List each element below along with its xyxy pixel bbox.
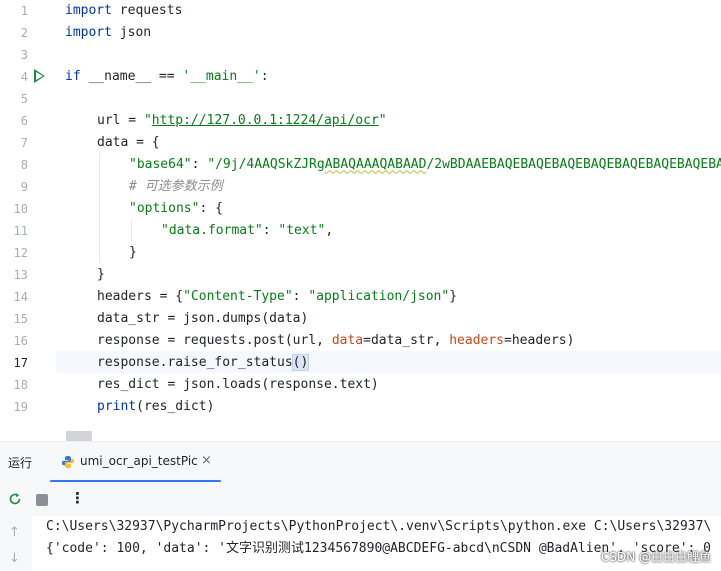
console-line: C:\Users\32937\PycharmProjects\PythonPro… bbox=[46, 519, 712, 534]
line-number: 13 bbox=[13, 268, 28, 282]
code-line: # 可选参数示例 bbox=[129, 179, 223, 194]
code-editor[interactable]: 1 2 3 4 5 6 7 8 9 10 11 12 13 14 15 16 1… bbox=[0, 0, 721, 441]
indent-guide bbox=[99, 153, 100, 263]
line-number: 3 bbox=[20, 48, 28, 62]
code-line: data_str = json.dumps(data) bbox=[97, 311, 309, 326]
line-number: 15 bbox=[13, 312, 28, 326]
run-gutter-icon[interactable] bbox=[34, 69, 45, 83]
line-number: 7 bbox=[20, 136, 28, 150]
code-line: response = requests.post(url, data=data_… bbox=[97, 333, 575, 348]
code-line: "options": { bbox=[129, 201, 223, 216]
line-number: 1 bbox=[20, 4, 28, 18]
scroll-down-icon[interactable]: ↓ bbox=[9, 551, 20, 566]
stop-icon[interactable] bbox=[36, 494, 48, 506]
line-number-current: 17 bbox=[13, 356, 28, 370]
line-number: 4 bbox=[20, 70, 28, 84]
code-line: if __name__ == '__main__': bbox=[65, 69, 269, 84]
line-number: 18 bbox=[13, 378, 28, 392]
line-number: 2 bbox=[20, 26, 28, 40]
more-icon[interactable]: ⋮ bbox=[70, 489, 85, 507]
scroll-up-icon[interactable]: ↑ bbox=[9, 525, 20, 540]
line-number: 10 bbox=[13, 202, 28, 216]
tab-run-config[interactable]: umi_ocr_api_testPic × bbox=[50, 442, 221, 483]
tab-run-config-label: umi_ocr_api_testPic bbox=[80, 454, 198, 468]
console-side-toolbar: ↑ ↓ bbox=[0, 516, 32, 571]
indent-guide bbox=[131, 219, 132, 241]
code-line: } bbox=[129, 245, 137, 260]
line-number: 8 bbox=[20, 158, 28, 172]
code-line: data = { bbox=[97, 135, 160, 150]
code-line: import requests bbox=[65, 3, 183, 18]
python-file-icon bbox=[62, 456, 74, 468]
rerun-icon[interactable] bbox=[8, 492, 22, 506]
line-number: 5 bbox=[20, 92, 28, 106]
line-number: 19 bbox=[13, 400, 28, 414]
code-line: import json bbox=[65, 25, 152, 40]
code-line: headers = {"Content-Type": "application/… bbox=[97, 289, 458, 304]
line-number: 12 bbox=[13, 246, 28, 260]
code-line: print(res_dict) bbox=[97, 399, 215, 414]
run-tool-window-header: 运行 umi_ocr_api_testPic × bbox=[0, 441, 721, 483]
line-number: 16 bbox=[13, 334, 28, 348]
run-panel-title: 运行 bbox=[8, 456, 33, 470]
line-gutter bbox=[0, 0, 56, 441]
close-icon[interactable]: × bbox=[201, 453, 212, 468]
code-line: "data.format": "text", bbox=[161, 223, 334, 238]
run-toolbar: ⋮ bbox=[0, 482, 721, 516]
horizontal-scrollbar-thumb[interactable] bbox=[66, 431, 92, 441]
code-line: res_dict = json.loads(response.text) bbox=[97, 377, 379, 392]
line-number: 11 bbox=[13, 224, 28, 238]
code-line: } bbox=[97, 267, 105, 282]
line-number: 9 bbox=[20, 180, 28, 194]
line-number: 6 bbox=[20, 114, 28, 128]
code-line: "base64": "/9j/4AAQSkZJRgABAQAAAQABAAD/2… bbox=[129, 157, 721, 172]
console-output[interactable]: ↑ ↓ C:\Users\32937\PycharmProjects\Pytho… bbox=[0, 516, 721, 571]
watermark: CSDN @白白白鲤鱼 bbox=[600, 550, 711, 564]
code-line: url = "http://127.0.0.1:1224/api/ocr" bbox=[97, 113, 387, 128]
line-number: 14 bbox=[13, 290, 28, 304]
code-line-current[interactable]: response.raise_for_status() bbox=[97, 352, 721, 374]
